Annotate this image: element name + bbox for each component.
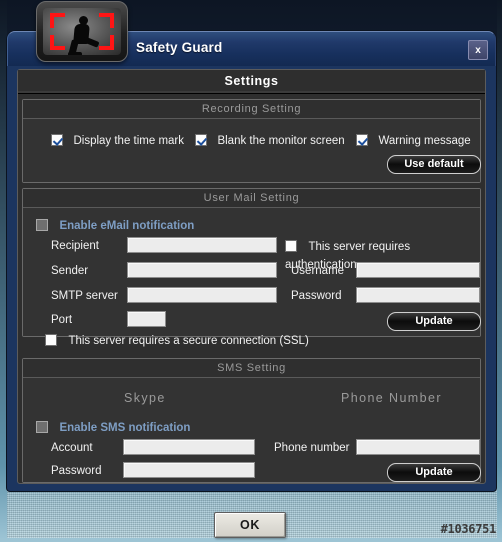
label-sms-password: Password [51, 465, 102, 477]
smtp-server-input[interactable] [127, 287, 277, 303]
checkbox-label-blank-monitor-screen: Blank the monitor screen [217, 135, 345, 147]
close-icon[interactable]: x [468, 40, 488, 60]
window-title: Safety Guard [136, 40, 223, 55]
group-title-recording: Recording Setting [23, 100, 480, 119]
sms-password-input[interactable] [123, 462, 255, 478]
checkbox-blank-monitor-screen[interactable]: Blank the monitor screen [195, 131, 345, 149]
group-title-sms: SMS Setting [23, 359, 480, 378]
bracket-top-right-icon [99, 13, 114, 28]
checkbox-ssl[interactable]: This server requires a secure connection… [45, 331, 309, 349]
checkbox-icon-blank-monitor-screen[interactable] [195, 134, 207, 146]
username-input[interactable] [356, 262, 480, 278]
label-recipient: Recipient [51, 240, 99, 252]
person-leg-front-shape [82, 36, 100, 48]
checkbox-label-display-time-mark: Display the time mark [73, 135, 185, 147]
settings-panel: Settings Recording Setting Display the t… [17, 69, 486, 484]
mail-password-input[interactable] [356, 287, 480, 303]
sms-update-button[interactable]: Update [387, 463, 481, 482]
checkbox-icon-ssl[interactable] [45, 334, 57, 346]
use-default-button[interactable]: Use default [387, 155, 481, 174]
surveillance-person-icon [43, 8, 121, 55]
group-title-user-mail: User Mail Setting [23, 189, 480, 208]
checkbox-enable-email-notification[interactable]: Enable eMail notification [36, 216, 194, 234]
checkbox-icon-server-requires-auth[interactable] [285, 240, 297, 252]
screen-left-edge [0, 0, 7, 542]
checkbox-icon-warning-message[interactable] [356, 134, 368, 146]
checkbox-label-enable-email-notification: Enable eMail notification [59, 220, 195, 232]
safety-guard-window: Safety Guard x Settings Recording Settin… [7, 31, 496, 491]
bracket-bottom-left-icon [50, 35, 65, 50]
group-sms-setting: SMS Setting Skype Phone Number Enable SM… [22, 358, 481, 483]
group-body-sms: Skype Phone Number Enable SMS notificati… [23, 378, 481, 482]
label-phone-number: Phone number [274, 442, 350, 454]
group-recording-setting: Recording Setting Display the time mark … [22, 99, 481, 183]
group-user-mail-setting: User Mail Setting Enable eMail notificat… [22, 188, 481, 347]
checkbox-label-enable-sms-notification: Enable SMS notification [59, 422, 191, 434]
person-foot-shape [68, 52, 82, 55]
group-body-user-mail: Enable eMail notification Recipient Send… [23, 208, 481, 347]
account-input[interactable] [123, 439, 255, 455]
checkbox-icon-enable-sms-notification[interactable] [36, 421, 48, 433]
checkbox-icon-enable-email-notification[interactable] [36, 219, 48, 231]
port-input[interactable] [127, 311, 166, 327]
column-header-skype: Skype [124, 391, 166, 405]
label-username: Username [291, 265, 345, 277]
label-mail-password: Password [291, 290, 342, 302]
phone-number-input[interactable] [356, 439, 480, 455]
ok-button[interactable]: OK [214, 512, 286, 538]
checkbox-display-time-mark[interactable]: Display the time mark [51, 131, 184, 149]
label-sender: Sender [51, 265, 89, 277]
column-header-phone-number: Phone Number [341, 391, 442, 405]
watermark: #1036751 [440, 522, 497, 536]
checkbox-icon-display-time-mark[interactable] [51, 134, 63, 146]
bracket-bottom-right-icon [99, 35, 114, 50]
label-account: Account [51, 442, 93, 454]
label-smtp-server: SMTP server [51, 290, 118, 302]
label-port: Port [51, 314, 73, 326]
page-title: Settings [18, 70, 485, 94]
checkbox-label-warning-message: Warning message [378, 135, 471, 147]
group-body-recording: Display the time mark Blank the monitor … [23, 119, 481, 182]
bracket-top-left-icon [50, 13, 65, 28]
checkbox-label-ssl: This server requires a secure connection… [68, 335, 309, 347]
recipient-input[interactable] [127, 237, 277, 253]
screenshot-root: Safety Guard x Settings Recording Settin… [0, 0, 502, 542]
checkbox-warning-message[interactable]: Warning message [356, 131, 471, 149]
sender-input[interactable] [127, 262, 277, 278]
checkbox-enable-sms-notification[interactable]: Enable SMS notification [36, 418, 190, 436]
screen-right-edge [497, 0, 502, 542]
app-logo [36, 1, 128, 62]
screen-bottom-edge [0, 538, 502, 542]
mail-update-button[interactable]: Update [387, 312, 481, 331]
